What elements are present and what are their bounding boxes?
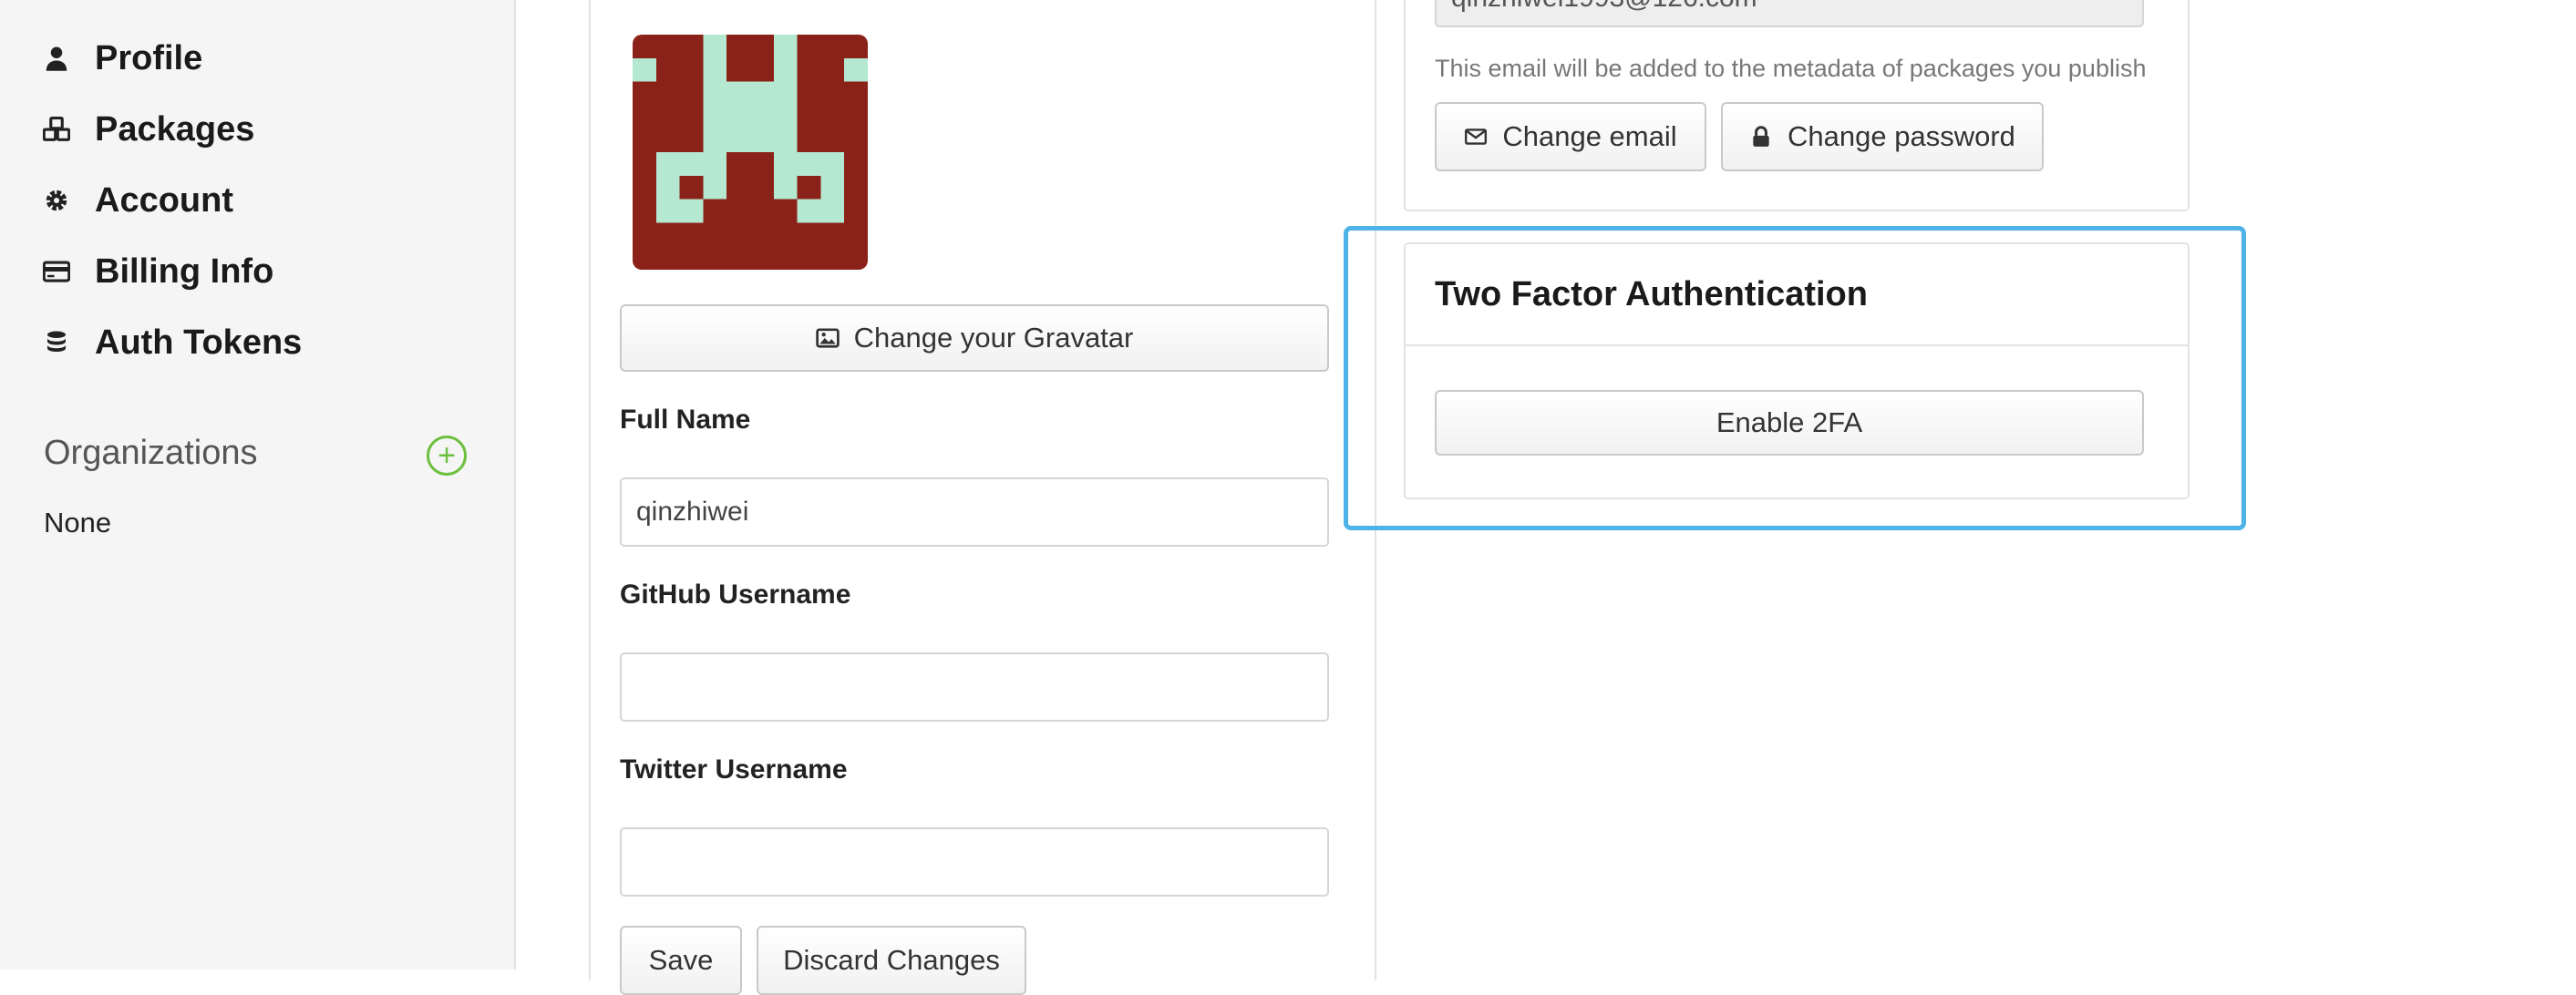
gear-icon — [42, 186, 71, 215]
two-factor-card: Two Factor Authentication — [1404, 242, 2190, 499]
email-input[interactable] — [1435, 0, 2144, 27]
envelope-icon — [1464, 125, 1488, 149]
sidebar-item-label: Account — [95, 180, 233, 220]
change-password-label: Change password — [1788, 120, 2015, 152]
github-username-input[interactable] — [620, 652, 1329, 722]
save-button-label: Save — [648, 944, 714, 976]
sidebar-item-billing-info[interactable]: Billing Info — [42, 244, 273, 299]
two-factor-title: Two Factor Authentication — [1406, 244, 2188, 346]
change-email-button[interactable]: Change email — [1435, 102, 1706, 171]
change-gravatar-label: Change your Gravatar — [853, 322, 1134, 354]
sidebar: Profile Packages Account Billing Info Au… — [0, 0, 516, 969]
full-name-input[interactable] — [620, 477, 1329, 547]
sidebar-item-profile[interactable]: Profile — [42, 31, 202, 86]
change-gravatar-button[interactable]: Change your Gravatar — [620, 304, 1329, 372]
sidebar-item-label: Billing Info — [95, 251, 274, 291]
full-name-label: Full Name — [620, 405, 751, 435]
enable-2fa-button[interactable]: Enable 2FA — [1435, 390, 2144, 456]
cubes-icon — [42, 115, 71, 144]
database-icon — [42, 328, 71, 357]
sidebar-item-label: Profile — [95, 38, 203, 77]
lock-icon — [1749, 125, 1773, 149]
twitter-username-label: Twitter Username — [620, 754, 848, 785]
sidebar-item-account[interactable]: Account — [42, 173, 233, 228]
change-email-label: Change email — [1502, 120, 1677, 152]
twitter-username-input[interactable] — [620, 827, 1329, 897]
organizations-empty-text: None — [44, 507, 112, 539]
enable-2fa-label: Enable 2FA — [1716, 406, 1863, 438]
discard-changes-button[interactable]: Discard Changes — [757, 926, 1026, 995]
github-username-label: GitHub Username — [620, 580, 851, 610]
email-help-text: This email will be added to the metadata… — [1435, 55, 2147, 82]
sidebar-item-auth-tokens[interactable]: Auth Tokens — [42, 315, 302, 370]
add-organization-button[interactable]: + — [427, 436, 467, 476]
change-password-button[interactable]: Change password — [1721, 102, 2044, 171]
organizations-heading: Organizations — [44, 434, 258, 472]
avatar — [633, 35, 868, 270]
user-icon — [42, 44, 71, 73]
image-icon — [815, 326, 840, 350]
sidebar-item-packages[interactable]: Packages — [42, 102, 254, 157]
discard-changes-label: Discard Changes — [783, 944, 1000, 976]
sidebar-item-label: Auth Tokens — [95, 323, 303, 362]
sidebar-item-label: Packages — [95, 109, 255, 149]
save-button[interactable]: Save — [620, 926, 742, 995]
credit-card-icon — [42, 257, 71, 286]
